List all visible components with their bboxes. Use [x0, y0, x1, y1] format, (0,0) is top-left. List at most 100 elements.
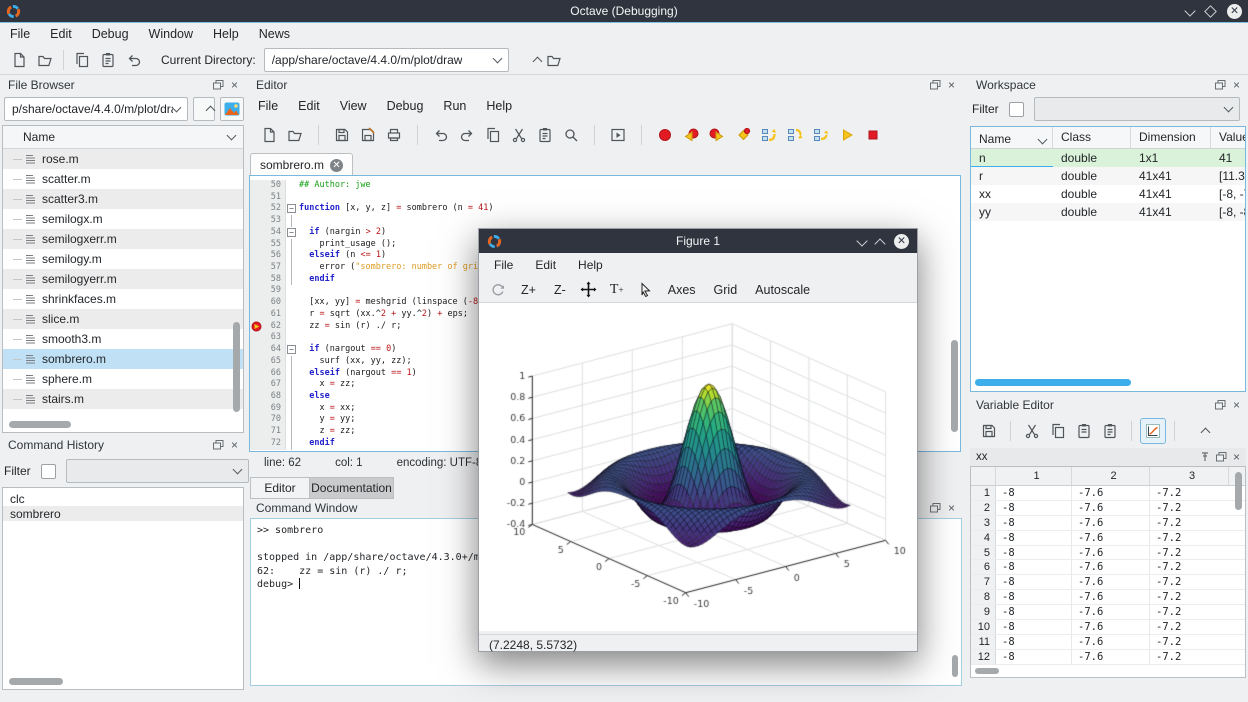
menu-edit[interactable]: Edit	[40, 23, 82, 45]
breakpoint-margin[interactable]	[250, 332, 263, 344]
workspace-hscrollbar[interactable]	[975, 379, 1131, 386]
variable-grid-row[interactable]: 10-8-7.6-7.2	[971, 620, 1245, 635]
grid-button[interactable]: Grid	[706, 281, 746, 299]
cut-icon[interactable]	[1019, 418, 1045, 444]
variable-grid-row[interactable]: 3-8-7.6-7.2	[971, 516, 1245, 531]
close-panel-icon[interactable]: ×	[231, 439, 238, 451]
breakpoint-margin[interactable]	[250, 192, 263, 204]
figure-window[interactable]: Figure 1 ✕ File Edit Help Z+ Z- T+ Axes …	[478, 228, 918, 652]
variable-grid-row[interactable]: 7-8-7.6-7.2	[971, 575, 1245, 590]
paste-button[interactable]	[95, 47, 121, 73]
dock-tab-documentation[interactable]: Documentation	[309, 477, 394, 499]
float-panel-icon[interactable]	[1216, 452, 1227, 462]
file-row[interactable]: sphere.m	[3, 369, 243, 389]
rotate-tool-icon[interactable]	[485, 277, 511, 303]
paste-icon[interactable]	[1071, 418, 1097, 444]
float-panel-icon[interactable]	[930, 80, 941, 90]
file-row[interactable]: slice.m	[3, 309, 243, 329]
undo-icon[interactable]	[428, 122, 454, 148]
col-dimension[interactable]: Dimension	[1131, 127, 1211, 148]
editor-menu-run[interactable]: Run	[433, 95, 476, 117]
zoom-in-button[interactable]: Z+	[513, 281, 544, 299]
variable-cell[interactable]: -8	[996, 546, 1072, 560]
toggle-breakpoint-icon[interactable]	[652, 122, 678, 148]
variable-cell[interactable]: -8	[996, 531, 1072, 545]
variable-cell[interactable]: -8	[996, 635, 1072, 649]
undo-button[interactable]	[121, 47, 147, 73]
editor-menu-debug[interactable]: Debug	[377, 95, 434, 117]
history-filter-combo[interactable]	[66, 459, 249, 483]
variable-cell[interactable]: -7.6	[1072, 486, 1150, 500]
variable-cell[interactable]: -7.2	[1150, 590, 1229, 604]
variable-cell[interactable]: -8	[996, 650, 1072, 664]
variable-cell[interactable]: -7.6	[1072, 501, 1150, 515]
variable-cell[interactable]: -7.6	[1072, 590, 1150, 604]
variable-dock-titlebar[interactable]: xx ×	[970, 448, 1246, 466]
tab-close-icon[interactable]: ✕	[330, 159, 343, 172]
browse-directory-button[interactable]	[541, 47, 567, 73]
autoscale-button[interactable]: Autoscale	[747, 281, 818, 299]
current-directory-combo[interactable]: /app/share/octave/4.4.0/m/plot/draw	[264, 48, 509, 72]
file-browser-path-combo[interactable]: p/share/octave/4.4.0/m/plot/draw	[4, 97, 188, 121]
open-file-icon[interactable]	[282, 122, 308, 148]
figure-titlebar[interactable]: Figure 1 ✕	[479, 229, 917, 253]
close-icon[interactable]: ✕	[894, 234, 909, 249]
variable-cell[interactable]: -7.2	[1150, 635, 1229, 649]
variable-cell[interactable]: -7.6	[1072, 560, 1150, 574]
variable-cell[interactable]: -7.2	[1150, 486, 1229, 500]
find-icon[interactable]	[558, 122, 584, 148]
menu-file[interactable]: File	[0, 23, 40, 45]
breakpoint-margin[interactable]	[250, 391, 263, 403]
code-line[interactable]: 52−function [x, y, z] = sombrero (n = 41…	[250, 203, 960, 215]
variable-cell[interactable]: -7.2	[1150, 546, 1229, 560]
copy-button[interactable]	[69, 47, 95, 73]
variable-cell[interactable]: -8	[996, 620, 1072, 634]
save-as-icon[interactable]	[355, 122, 381, 148]
float-panel-icon[interactable]	[213, 440, 224, 450]
file-row[interactable]: semilogyerr.m	[3, 269, 243, 289]
float-panel-icon[interactable]	[930, 503, 941, 513]
menu-news[interactable]: News	[249, 23, 300, 45]
workspace-row[interactable]: xxdouble41x41[-8, -7.6	[971, 185, 1245, 203]
command-window-vscrollbar[interactable]	[952, 655, 958, 677]
file-browser-up-button[interactable]	[193, 97, 215, 121]
step-out-icon[interactable]	[808, 122, 834, 148]
file-row[interactable]: scatter.m	[3, 169, 243, 189]
float-panel-icon[interactable]	[213, 80, 224, 90]
breakpoint-margin[interactable]	[250, 368, 263, 380]
variable-cell[interactable]: -8	[996, 501, 1072, 515]
figure-menu-file[interactable]: File	[483, 258, 524, 272]
col-3[interactable]: 3	[1150, 467, 1229, 485]
file-row[interactable]: scatter3.m	[3, 189, 243, 209]
breakpoint-margin[interactable]	[250, 215, 263, 227]
fold-marker-icon[interactable]: −	[285, 344, 297, 356]
file-browser-vscrollbar[interactable]	[233, 322, 240, 412]
editor-menu-help[interactable]: Help	[476, 95, 522, 117]
variable-grid-row[interactable]: 9-8-7.6-7.2	[971, 605, 1245, 620]
variable-cell[interactable]: -8	[996, 516, 1072, 530]
file-row[interactable]: rose.m	[3, 149, 243, 169]
editor-menu-edit[interactable]: Edit	[288, 95, 330, 117]
minimize-icon[interactable]	[1184, 5, 1195, 16]
breakpoint-margin[interactable]	[250, 239, 263, 251]
file-row[interactable]: semilogy.m	[3, 249, 243, 269]
variable-grid[interactable]: 1 2 3 1-8-7.6-7.22-8-7.6-7.23-8-7.6-7.24…	[970, 466, 1246, 678]
close-panel-icon[interactable]: ×	[948, 79, 955, 91]
file-row[interactable]: shrinkfaces.m	[3, 289, 243, 309]
save-icon[interactable]	[329, 122, 355, 148]
code-line[interactable]: 51	[250, 192, 960, 204]
variable-cell[interactable]: -8	[996, 590, 1072, 604]
workspace-row[interactable]: rdouble41x41[11.314	[971, 167, 1245, 185]
text-tool-icon[interactable]: T+	[604, 277, 630, 303]
remove-breakpoints-icon[interactable]	[730, 122, 756, 148]
history-entry[interactable]: clc	[3, 491, 243, 506]
paste-table-icon[interactable]	[1097, 418, 1123, 444]
run-script-icon[interactable]	[605, 122, 631, 148]
variable-cell[interactable]: -7.2	[1150, 531, 1229, 545]
variable-cell[interactable]: -7.6	[1072, 575, 1150, 589]
history-entry[interactable]: sombrero	[3, 506, 243, 521]
menu-help[interactable]: Help	[203, 23, 249, 45]
dock-tab-editor[interactable]: Editor	[250, 477, 310, 499]
close-icon[interactable]: ✕	[1227, 4, 1242, 19]
variable-grid-row[interactable]: 8-8-7.6-7.2	[971, 590, 1245, 605]
